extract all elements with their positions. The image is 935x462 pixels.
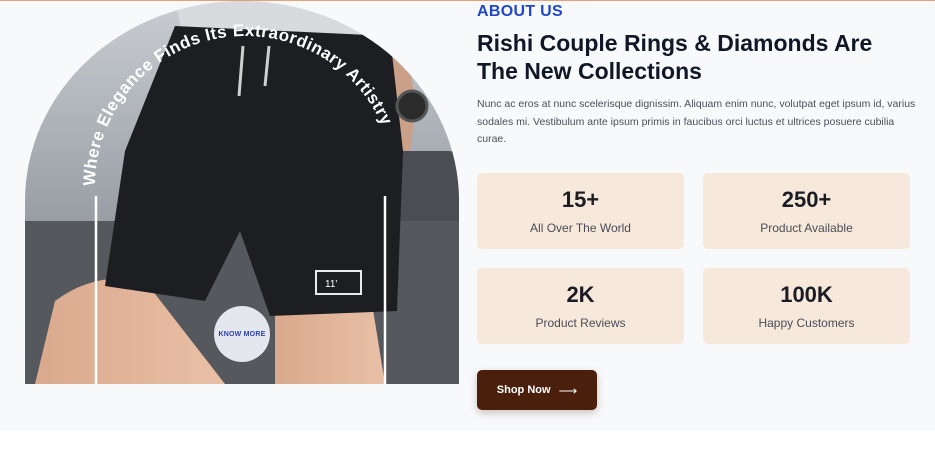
stat-value: 100K [780, 282, 833, 307]
section-eyebrow: ABOUT US [477, 3, 563, 20]
stat-label: Product Available [760, 221, 853, 235]
stat-value: 15+ [561, 187, 600, 212]
section-description: Nunc ac eros at nunc scelerisque digniss… [477, 98, 916, 145]
stat-card: 2K Product Reviews [477, 268, 684, 344]
stat-card: 250+ Product Available [703, 173, 910, 249]
shop-now-button[interactable]: Shop Now ⟶ [477, 370, 597, 410]
stat-label: Happy Customers [758, 316, 855, 330]
arrow-right-icon: ⟶ [558, 382, 578, 398]
shorts-tag: 11' [325, 279, 337, 290]
stat-card: 100K Happy Customers [703, 268, 910, 344]
stat-label: All Over The World [530, 221, 631, 235]
shop-now-label: Shop Now [496, 384, 551, 396]
stat-value: 2K [566, 282, 595, 307]
stat-card: 15+ All Over The World [477, 173, 684, 249]
stat-label: Product Reviews [535, 316, 626, 330]
next-section [0, 431, 935, 462]
know-more-button[interactable]: KNOW MORE [214, 306, 270, 362]
know-more-label: KNOW MORE [218, 330, 266, 338]
section-heading: Rishi Couple Rings & Diamonds Are The Ne… [477, 30, 873, 84]
stat-value: 250+ [781, 187, 832, 212]
